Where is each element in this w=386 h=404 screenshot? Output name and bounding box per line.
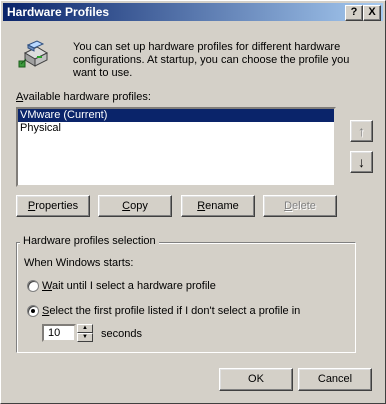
properties-button[interactable]: Properties: [16, 195, 90, 217]
arrow-up-icon: ↑: [358, 123, 365, 139]
cancel-button[interactable]: Cancel: [298, 368, 372, 391]
ok-button[interactable]: OK: [219, 368, 293, 391]
spin-up-icon: ▲: [82, 325, 88, 331]
window-title: Hardware Profiles: [7, 5, 110, 19]
seconds-label: seconds: [101, 328, 142, 340]
radio-dot-icon: [31, 309, 35, 313]
radio-wait[interactable]: [27, 280, 39, 292]
close-button[interactable]: X: [363, 5, 381, 21]
seconds-input[interactable]: 10: [42, 324, 76, 342]
delete-button[interactable]: Delete: [263, 195, 337, 217]
list-item[interactable]: Physical: [18, 122, 334, 135]
option-first-label[interactable]: Select the first profile listed if I don…: [42, 305, 300, 317]
intro-text: You can set up hardware profiles for dif…: [73, 41, 350, 79]
arrow-down-icon: ↓: [358, 154, 365, 170]
available-profiles-label: Available hardware profiles:: [16, 91, 151, 103]
group-title: Hardware profiles selection: [20, 235, 159, 247]
seconds-spinner[interactable]: 10 ▲ ▼: [42, 324, 93, 342]
when-windows-starts-label: When Windows starts:: [24, 257, 134, 269]
profiles-listbox[interactable]: VMware (Current) Physical: [16, 107, 336, 187]
spin-up-button[interactable]: ▲: [77, 324, 93, 333]
hardware-profiles-dialog: Hardware Profiles ? X You can set up har…: [0, 0, 386, 404]
radio-select-first[interactable]: [27, 305, 39, 317]
spin-down-icon: ▼: [82, 334, 88, 340]
hardware-profile-icon: [18, 40, 49, 68]
list-item[interactable]: VMware (Current): [18, 109, 334, 122]
close-icon: X: [368, 6, 376, 18]
move-down-button[interactable]: ↓: [350, 151, 373, 173]
spin-down-button[interactable]: ▼: [77, 333, 93, 342]
option-wait-label[interactable]: Wait until I select a hardware profile: [42, 280, 216, 292]
help-icon: ?: [350, 6, 358, 18]
title-bar[interactable]: Hardware Profiles ? X: [3, 3, 383, 21]
rename-button[interactable]: Rename: [181, 195, 255, 217]
move-up-button[interactable]: ↑: [350, 120, 373, 142]
copy-button[interactable]: Copy: [98, 195, 172, 217]
help-button[interactable]: ?: [345, 5, 363, 21]
